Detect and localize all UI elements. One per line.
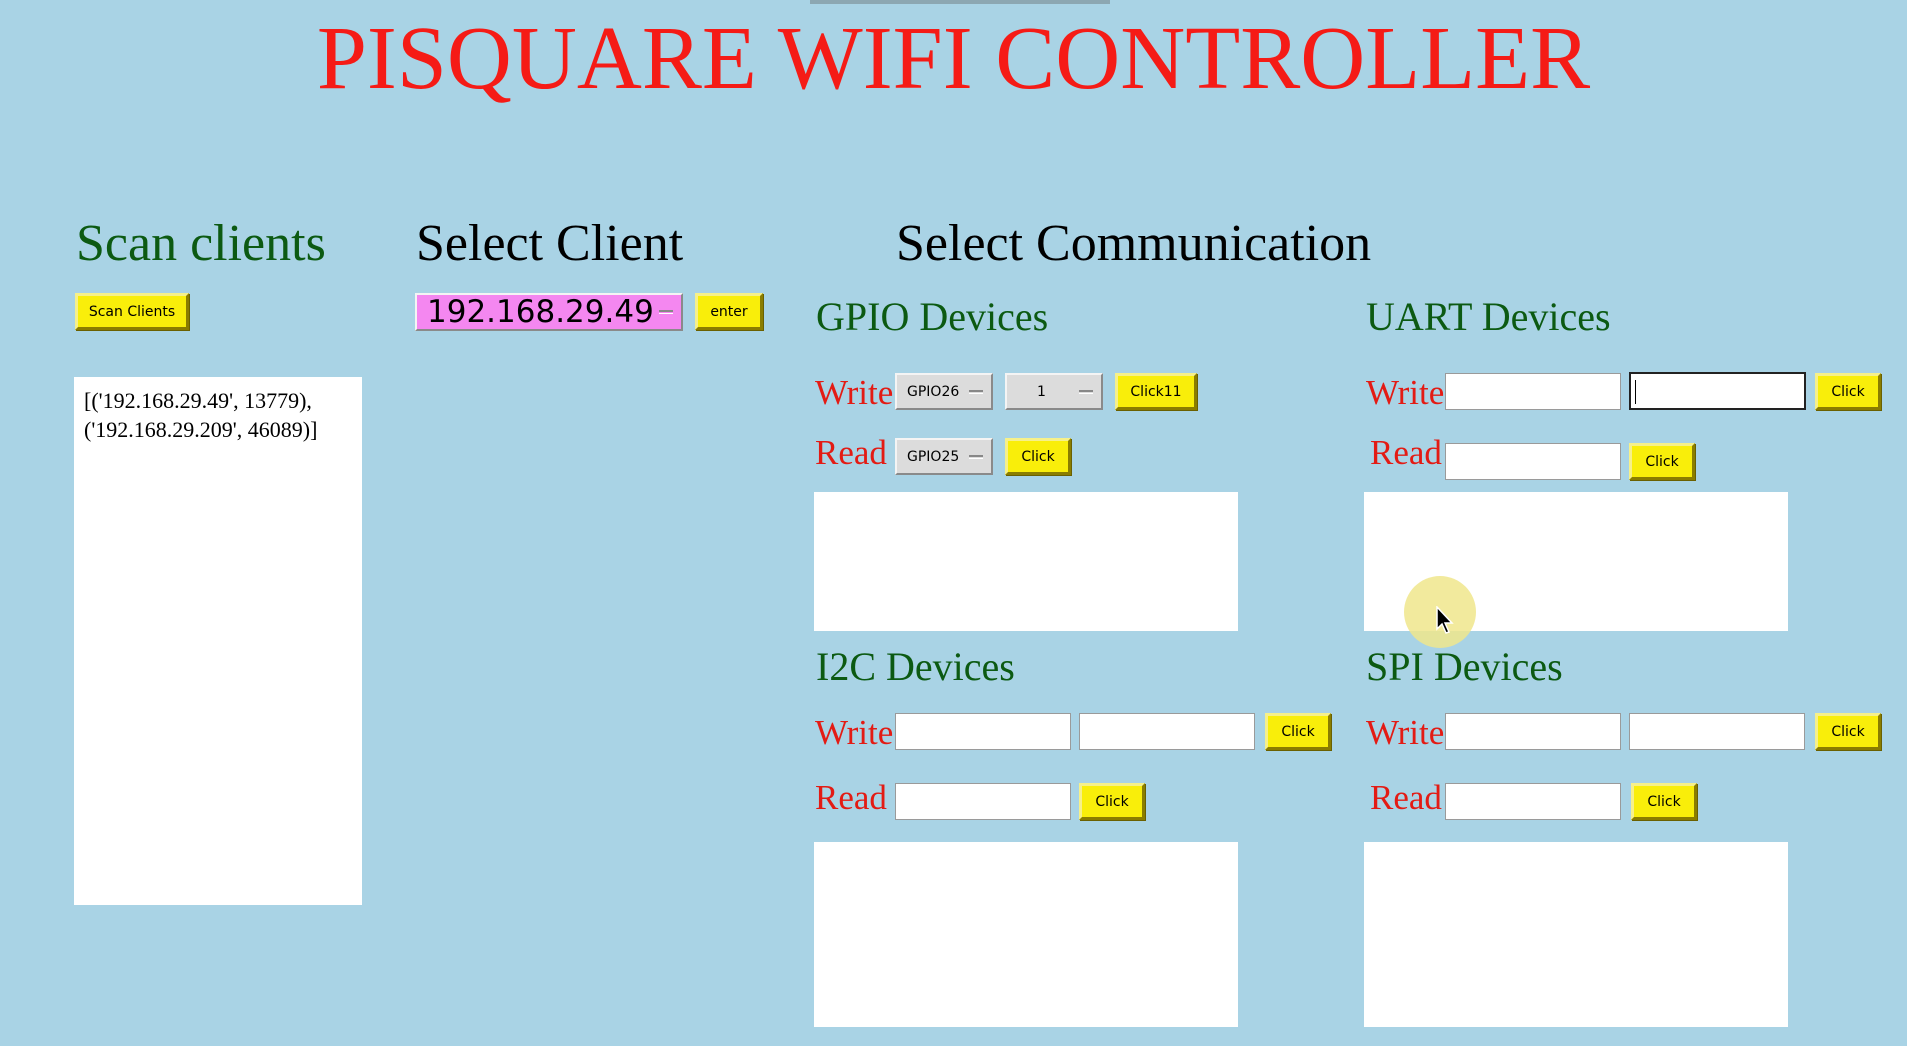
i2c-write-button[interactable]: Click [1265, 713, 1331, 750]
client-select[interactable]: 192.168.29.49 [415, 293, 683, 331]
uart-read-label: Read [1370, 433, 1442, 472]
gpio-write-pin-value: GPIO26 [907, 383, 960, 400]
chevron-down-icon [659, 310, 673, 314]
spi-read-button[interactable]: Click [1631, 783, 1697, 820]
uart-write-data-input[interactable] [1629, 372, 1806, 410]
i2c-read-label: Read [815, 778, 887, 817]
chevron-down-icon [1079, 389, 1093, 394]
i2c-heading: I2C Devices [816, 644, 1015, 689]
chevron-down-icon [969, 389, 983, 394]
uart-heading: UART Devices [1366, 294, 1611, 339]
i2c-read-input[interactable] [895, 783, 1071, 820]
gpio-read-label: Read [815, 433, 887, 472]
window-top-edge [810, 0, 1110, 4]
gpio-write-pin-select[interactable]: GPIO26 [895, 373, 993, 410]
scan-clients-heading: Scan clients [76, 215, 326, 272]
i2c-write-address-input[interactable] [895, 713, 1071, 750]
gpio-read-button[interactable]: Click [1005, 438, 1071, 475]
gpio-heading: GPIO Devices [816, 294, 1049, 339]
gpio-write-button[interactable]: Click11 [1115, 373, 1197, 410]
gpio-write-value-select[interactable]: 1 [1005, 373, 1103, 410]
client-select-value: 192.168.29.49 [427, 294, 654, 330]
scan-clients-button[interactable]: Scan Clients [75, 293, 189, 330]
mouse-pointer-icon [1436, 606, 1454, 634]
i2c-write-data-input[interactable] [1079, 713, 1255, 750]
spi-write-button[interactable]: Click [1815, 713, 1881, 750]
i2c-output-box[interactable] [814, 842, 1238, 1027]
gpio-output-box[interactable] [814, 492, 1238, 631]
clients-output-box[interactable]: [('192.168.29.49', 13779), ('192.168.29.… [74, 377, 362, 905]
chevron-down-icon [969, 454, 983, 459]
page-title: PISQUARE WIFI CONTROLLER [316, 9, 1591, 108]
spi-write-label: Write [1366, 713, 1445, 752]
uart-write-button[interactable]: Click [1815, 373, 1881, 410]
gpio-write-value: 1 [1037, 383, 1046, 400]
spi-read-input[interactable] [1445, 783, 1621, 820]
spi-read-label: Read [1370, 778, 1442, 817]
uart-read-input[interactable] [1445, 443, 1621, 480]
clients-output-text: [('192.168.29.49', 13779), ('192.168.29.… [84, 388, 318, 442]
i2c-read-button[interactable]: Click [1079, 783, 1145, 820]
spi-heading: SPI Devices [1366, 644, 1563, 689]
uart-write-address-input[interactable] [1445, 373, 1621, 410]
spi-write-address-input[interactable] [1445, 713, 1621, 750]
spi-write-data-input[interactable] [1629, 713, 1805, 750]
select-client-heading: Select Client [416, 215, 684, 272]
select-communication-heading: Select Communication [896, 215, 1372, 272]
gpio-read-pin-value: GPIO25 [907, 448, 960, 465]
uart-write-label: Write [1366, 373, 1445, 412]
gpio-write-label: Write [815, 373, 894, 412]
spi-output-box[interactable] [1364, 842, 1788, 1027]
enter-button[interactable]: enter [695, 293, 763, 330]
uart-read-button[interactable]: Click [1629, 443, 1695, 480]
text-caret [1635, 380, 1636, 404]
i2c-write-label: Write [815, 713, 894, 752]
gpio-read-pin-select[interactable]: GPIO25 [895, 438, 993, 475]
